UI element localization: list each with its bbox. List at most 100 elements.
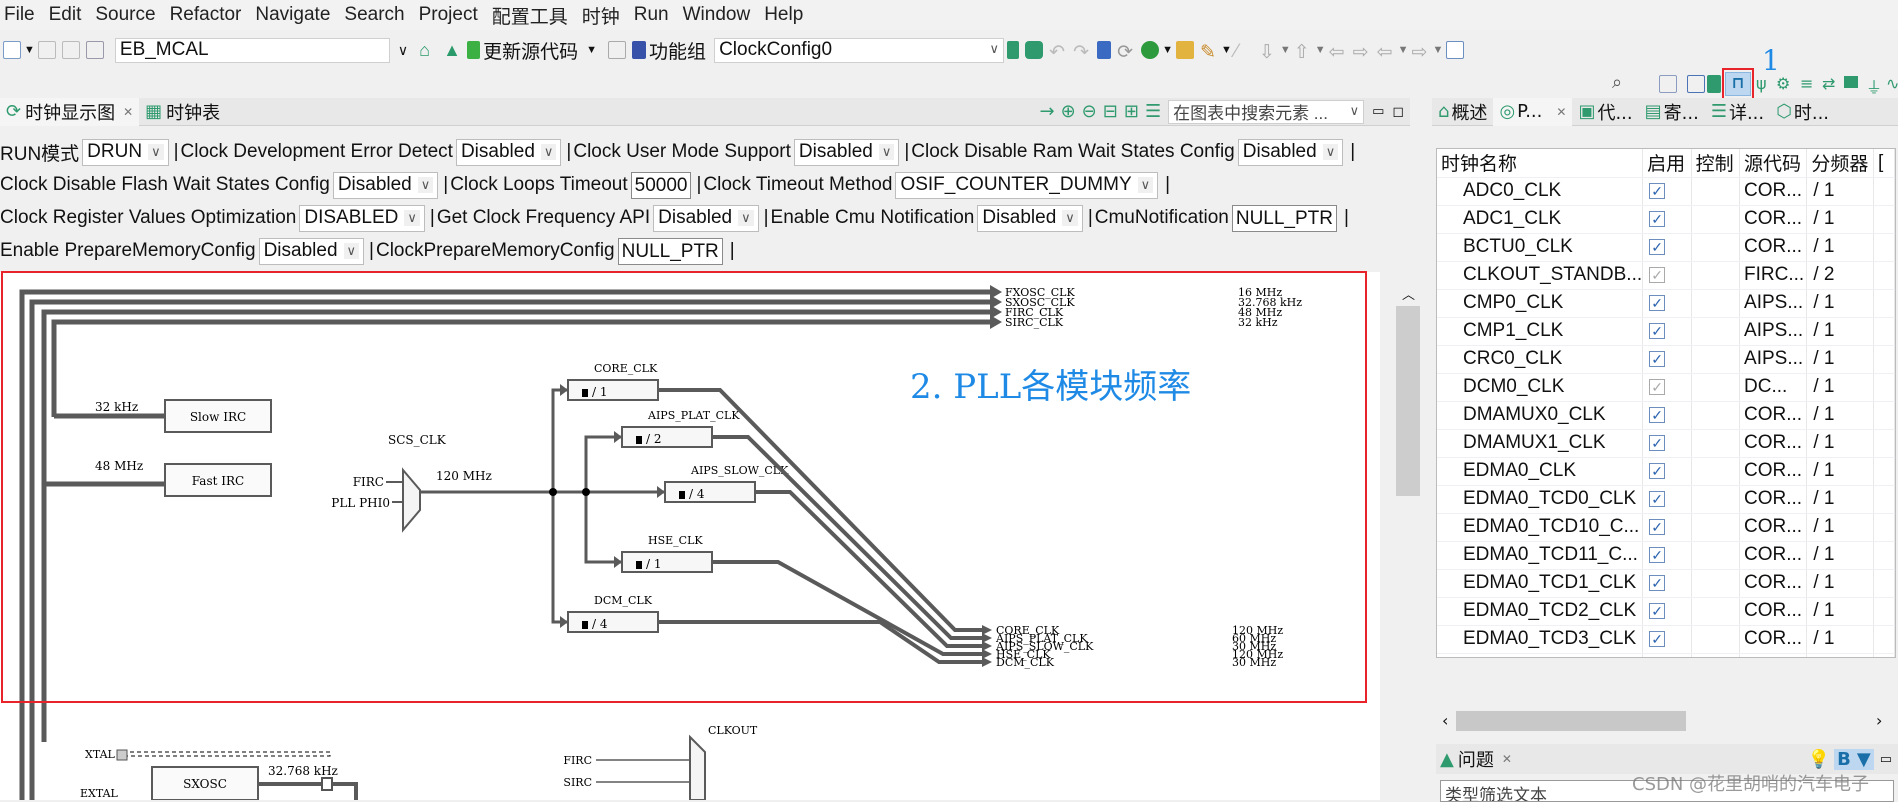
source-cell[interactable]: COR... xyxy=(1739,569,1808,598)
menu-11[interactable]: Help xyxy=(764,4,803,26)
last-edit-icon[interactable]: ⇦ xyxy=(1329,41,1347,63)
table-row[interactable]: EDMA0_TCD4_CLK✓ COR.../ 1 xyxy=(1437,653,1895,657)
source-cell[interactable]: DC... xyxy=(1739,373,1808,402)
clkout-mux[interactable] xyxy=(689,734,706,800)
right-tab[interactable]: ◎ P... ✕ xyxy=(1493,97,1573,126)
undo-icon[interactable]: ↶ xyxy=(1049,41,1067,63)
dropdown-arrow-icon[interactable]: ▼ xyxy=(1433,44,1444,56)
divider-cell[interactable]: / 1 xyxy=(1806,653,1875,657)
config-text-input[interactable]: NULL_PTR xyxy=(1231,204,1338,232)
right-tab[interactable]: ▣ 代... xyxy=(1572,98,1638,126)
right-tab[interactable]: ☰ 详... xyxy=(1705,98,1770,126)
update-code-button[interactable]: 更新源代码 xyxy=(483,37,578,64)
column-header[interactable]: 源代码 xyxy=(1739,149,1808,178)
enabled-checkbox[interactable]: ✓ xyxy=(1649,631,1666,647)
scroll-thumb[interactable] xyxy=(1456,711,1686,731)
c-code-icon[interactable] xyxy=(1687,75,1705,93)
close-icon[interactable]: ✕ xyxy=(1556,105,1566,119)
filter-icon[interactable]: ▼ xyxy=(1853,748,1874,770)
source-cell[interactable]: COR... xyxy=(1739,457,1808,486)
menu-4[interactable]: Navigate xyxy=(255,4,330,26)
refresh-icon[interactable]: ⟳ xyxy=(1117,41,1135,63)
tab-clock-diagram[interactable]: ⟳ 时钟显示图 ✕ xyxy=(0,97,140,126)
column-header[interactable]: 时钟名称 xyxy=(1437,149,1644,178)
menu-0[interactable]: File xyxy=(4,4,35,26)
menu-7[interactable]: 配置工具 xyxy=(492,2,568,29)
source-cell[interactable]: COR... xyxy=(1739,485,1808,514)
dropdown-arrow-icon[interactable]: ▼ xyxy=(24,44,35,56)
next-annotation-icon[interactable]: ⇩ xyxy=(1259,41,1277,63)
source-cell[interactable]: COR... xyxy=(1739,513,1808,542)
column-header[interactable]: 分频器 xyxy=(1806,149,1875,178)
enabled-checkbox[interactable]: ✓ xyxy=(1649,407,1666,423)
divider-cell[interactable]: / 1 xyxy=(1806,457,1875,486)
table-row[interactable]: EDMA0_TCD3_CLK ✓ COR.../ 1 xyxy=(1437,625,1895,654)
redo-icon[interactable]: ↷ xyxy=(1073,41,1091,63)
menu-8[interactable]: 时钟 xyxy=(582,2,620,29)
column-header[interactable]: [ xyxy=(1873,149,1895,178)
monitor-icon[interactable] xyxy=(1097,41,1112,59)
enabled-checkbox[interactable]: ✓ xyxy=(1649,295,1666,311)
divider-cell[interactable]: / 1 xyxy=(1806,485,1875,514)
board-icon[interactable] xyxy=(1844,76,1858,88)
source-cell[interactable]: COR... xyxy=(1739,653,1808,657)
scroll-thumb[interactable] xyxy=(1396,306,1420,496)
table-horizontal-scrollbar[interactable]: ‹ › xyxy=(1436,709,1896,733)
run-config-icon[interactable] xyxy=(1141,41,1160,59)
new-file-icon[interactable] xyxy=(3,41,21,59)
arrow-right-icon[interactable]: → xyxy=(1039,101,1054,122)
source-cell[interactable]: AIPS... xyxy=(1739,317,1808,346)
maximize-icon[interactable]: ◻ xyxy=(1392,104,1404,120)
table-row[interactable]: EDMA0_TCD11_C... ✓ COR.../ 1 xyxy=(1437,541,1895,570)
binary-icon[interactable] xyxy=(85,41,104,59)
tab-problems[interactable]: 问题 xyxy=(1458,746,1494,772)
dropdown-arrow-icon[interactable]: ▼ xyxy=(1315,44,1326,56)
config-select[interactable]: Disabled ∨ xyxy=(455,138,562,166)
table-row[interactable]: CMP0_CLK ✓ AIPS.../ 1 xyxy=(1437,289,1895,318)
project-combo[interactable]: EB_MCAL xyxy=(114,37,390,63)
source-cell[interactable]: COR... xyxy=(1739,205,1808,234)
minimize-icon[interactable]: ▭ xyxy=(1880,752,1892,767)
fit-width-icon[interactable]: ⊟ xyxy=(1103,101,1118,122)
divider-cell[interactable]: / 1 xyxy=(1806,289,1875,318)
save-icon[interactable] xyxy=(37,41,56,59)
table-row[interactable]: ADC0_CLK ✓ COR.../ 1 xyxy=(1437,177,1895,206)
source-cell[interactable]: FIRC... xyxy=(1739,261,1808,290)
source-cell[interactable]: COR... xyxy=(1739,625,1808,654)
table-row[interactable]: CLKOUT_STANDB... ✓ FIRC.../ 2 xyxy=(1437,261,1895,290)
table-row[interactable]: DMAMUX1_CLK ✓ COR.../ 1 xyxy=(1437,429,1895,458)
analog-icon[interactable]: ∿ xyxy=(1886,74,1898,93)
clock-diagram-canvas[interactable]: FXOSC_CLK 16 MHz SXOSC_CLK 32.768 kHz FIRC_C… xyxy=(0,272,1380,800)
divider-cell[interactable]: / 1 xyxy=(1806,177,1875,206)
table-row[interactable]: EDMA0_TCD0_CLK ✓ COR.../ 1 xyxy=(1437,485,1895,514)
dropdown-arrow-icon[interactable]: ▼ xyxy=(1280,44,1291,56)
divider-cell[interactable]: / 1 xyxy=(1806,373,1875,402)
divider-cell[interactable]: / 1 xyxy=(1806,513,1875,542)
dropdown-arrow-icon[interactable]: ▼ xyxy=(1398,44,1409,56)
divider-cell[interactable]: / 1 xyxy=(1806,541,1875,570)
perspective-icon[interactable] xyxy=(1659,75,1677,93)
divider-cell[interactable]: / 1 xyxy=(1806,569,1875,598)
table-row[interactable]: CRC0_CLK ✓ AIPS.../ 1 xyxy=(1437,345,1895,374)
divider-block[interactable] xyxy=(664,481,756,503)
divider-block[interactable] xyxy=(621,426,713,448)
source-cell[interactable]: COR... xyxy=(1739,177,1808,206)
config-select[interactable]: Disabled ∨ xyxy=(332,171,439,199)
bookmark-icon[interactable] xyxy=(1007,41,1020,59)
prev-annotation-icon[interactable]: ⇧ xyxy=(1294,41,1312,63)
menu-6[interactable]: Project xyxy=(419,4,478,26)
sxosc-gate[interactable] xyxy=(321,777,333,791)
enabled-checkbox[interactable]: ✓ xyxy=(1649,575,1666,591)
enabled-checkbox[interactable]: ✓ xyxy=(1649,435,1666,451)
scroll-right-icon[interactable]: › xyxy=(1876,711,1882,730)
divider-cell[interactable]: / 1 xyxy=(1806,429,1875,458)
tab-clock-table[interactable]: ▦ 时钟表 xyxy=(139,98,226,126)
close-icon[interactable]: ✕ xyxy=(123,105,133,119)
minimize-icon[interactable]: ▭ xyxy=(1372,104,1384,119)
config-select[interactable]: DRUN ∨ xyxy=(82,138,169,166)
dropdown-arrow-icon[interactable]: ▼ xyxy=(1162,44,1173,56)
enabled-checkbox[interactable]: ✓ xyxy=(1649,323,1666,339)
config-select[interactable]: DISABLED ∨ xyxy=(299,204,425,232)
menu-2[interactable]: Source xyxy=(95,4,155,26)
list-icon[interactable] xyxy=(1025,41,1044,59)
